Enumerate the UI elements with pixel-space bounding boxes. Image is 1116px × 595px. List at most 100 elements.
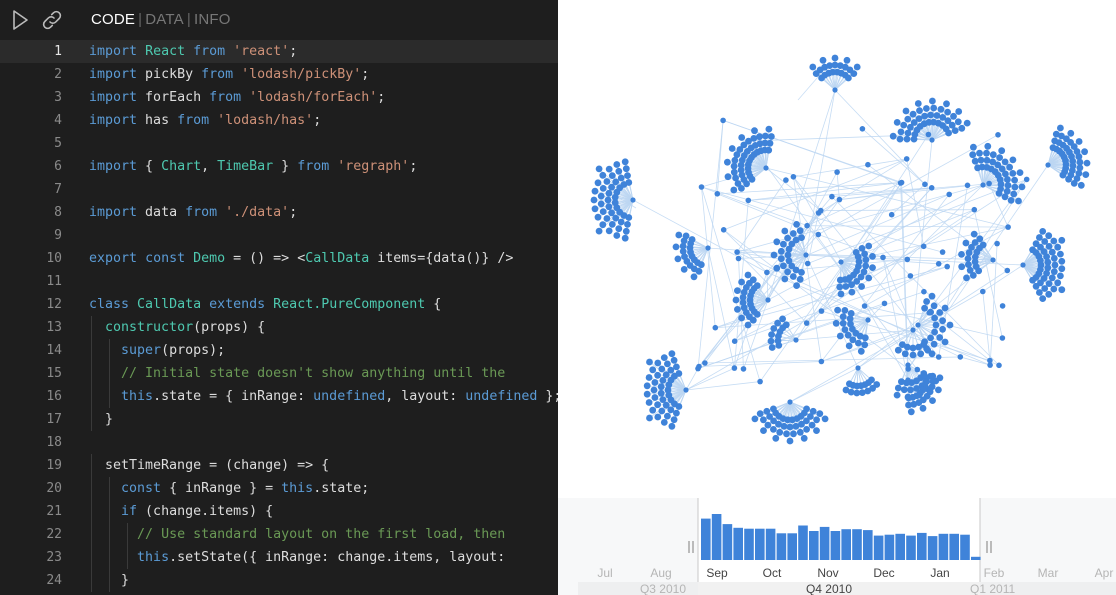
network-node[interactable] [900,386,908,394]
network-node[interactable] [921,288,927,295]
network-node[interactable] [621,158,629,166]
network-node[interactable] [910,327,916,333]
network-node[interactable] [979,241,987,249]
network-node[interactable] [813,427,820,434]
network-node[interactable] [668,350,676,358]
network-node[interactable] [999,303,1006,309]
network-node[interactable] [770,405,777,413]
network-node[interactable] [745,197,752,204]
code-line[interactable]: 23 this.setState({ inRange: change.items… [0,546,558,569]
network-node[interactable] [765,297,771,303]
time-bar-bar[interactable] [927,536,938,560]
network-node[interactable] [732,296,740,304]
network-node[interactable] [916,107,923,114]
network-node[interactable] [622,165,630,173]
network-node[interactable] [865,317,871,323]
network-node[interactable] [732,174,739,182]
network-node[interactable] [963,119,971,127]
network-node[interactable] [649,406,657,414]
network-node[interactable] [1016,169,1024,177]
network-node[interactable] [989,151,997,159]
network-node[interactable] [599,208,607,216]
network-node[interactable] [749,276,757,284]
network-node[interactable] [836,196,843,203]
network-node[interactable] [756,133,763,141]
network-node[interactable] [595,227,603,235]
network-node[interactable] [777,247,785,255]
network-node[interactable] [728,145,736,152]
network-node[interactable] [738,134,746,141]
network-node[interactable] [838,259,844,265]
network-node[interactable] [776,428,784,436]
network-node[interactable] [893,119,901,126]
time-bar-bar[interactable] [830,531,841,560]
network-node[interactable] [1029,276,1036,284]
network-node[interactable] [980,182,986,188]
network-node[interactable] [683,387,689,393]
network-node[interactable] [990,257,996,263]
code-line[interactable]: 19 setTimeRange = (change) => { [0,454,558,477]
network-node[interactable] [651,394,659,401]
network-node[interactable] [861,341,869,349]
network-node[interactable] [939,317,946,325]
network-node[interactable] [809,63,817,71]
network-node[interactable] [744,321,752,329]
network-node[interactable] [815,231,822,238]
code-line[interactable]: 10 export const Demo = () => <CallData it… [0,247,558,270]
network-node[interactable] [622,227,630,235]
network-node[interactable] [599,221,607,229]
network-node[interactable] [773,264,781,272]
network-node[interactable] [995,132,1001,138]
network-node[interactable] [907,408,915,416]
network-node[interactable] [900,121,908,129]
network-node[interactable] [923,105,930,112]
network-node[interactable] [901,350,909,358]
network-node[interactable] [944,263,950,270]
code-line[interactable]: 8 import data from './data'; [0,201,558,224]
time-bar-canvas[interactable]: Jul Aug Sep Oct Nov Dec Jan Feb Mar Apr Q3 2010 Q4 … [558,498,1116,595]
network-node[interactable] [696,363,702,370]
network-node[interactable] [793,282,800,289]
code-line[interactable]: 12 class CallData extends React.PureCompo… [0,293,558,316]
network-node[interactable] [1009,156,1017,164]
network-node[interactable] [615,167,623,175]
network-node[interactable] [939,249,946,255]
network-node[interactable] [804,260,811,267]
network-node[interactable] [650,386,658,394]
network-node[interactable] [903,135,911,143]
network-node[interactable] [845,342,853,350]
network-node[interactable] [796,428,804,436]
network-node[interactable] [1004,267,1011,274]
network-node[interactable] [645,399,653,406]
network-node[interactable] [1039,295,1047,302]
network-node[interactable] [599,185,607,192]
time-bar-bar[interactable] [906,535,916,560]
network-node[interactable] [903,156,910,162]
network-node[interactable] [914,100,922,107]
network-node[interactable] [995,189,1003,197]
network-node[interactable] [946,191,952,198]
time-bar-bar[interactable] [701,518,711,560]
network-node[interactable] [617,174,625,182]
network-node[interactable] [803,252,809,258]
network-node[interactable] [1058,265,1066,273]
network-node[interactable] [898,378,905,386]
network-node[interactable] [939,325,946,333]
network-node[interactable] [986,180,992,187]
network-node[interactable] [603,215,611,222]
network-node[interactable] [1054,243,1062,251]
network-node[interactable] [624,172,631,180]
network-node[interactable] [919,404,927,412]
network-node[interactable] [894,384,902,392]
code-line[interactable]: 7 [0,178,558,201]
network-node[interactable] [646,358,653,366]
network-node[interactable] [923,298,930,305]
network-node[interactable] [999,335,1006,341]
network-node[interactable] [869,264,876,271]
network-node[interactable] [670,356,678,364]
network-node[interactable] [926,310,932,316]
network-node[interactable] [734,287,741,294]
network-node[interactable] [660,354,668,361]
network-node[interactable] [831,54,839,62]
network-node[interactable] [941,304,949,312]
